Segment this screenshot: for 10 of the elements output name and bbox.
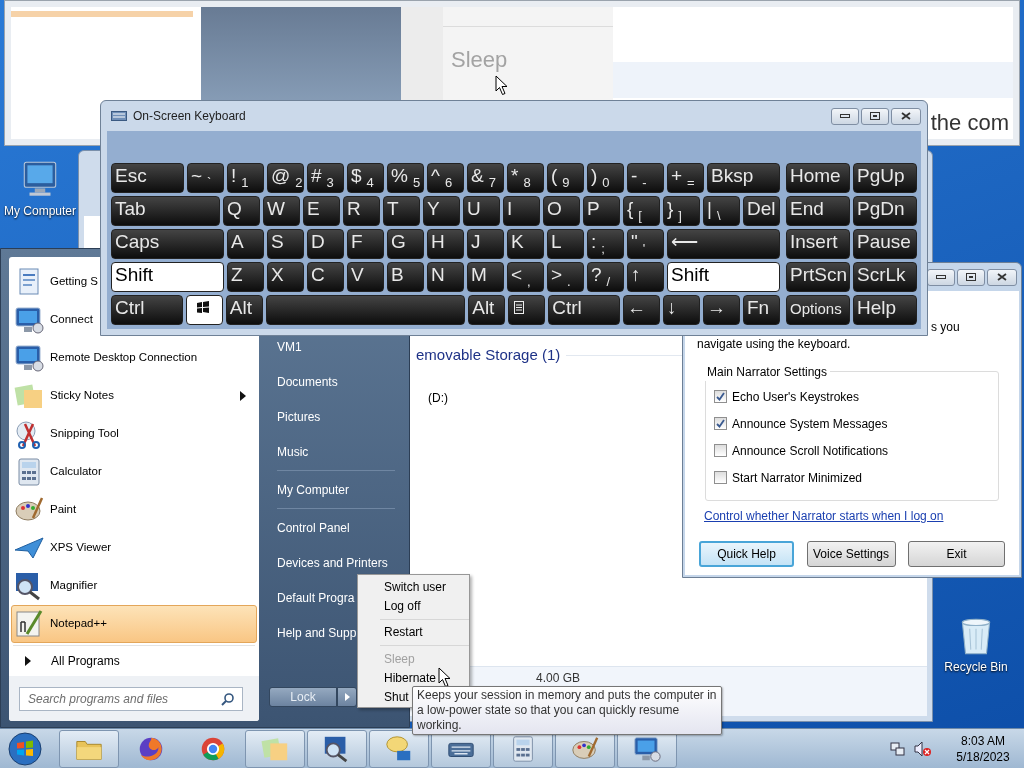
clock-time: 8:03 AM: [961, 732, 1005, 749]
tooltip: Keeps your session in memory and puts the computer in a low-power state so that you can quickly resume working.: [412, 686, 722, 735]
window-title: On-Screen Keyboard: [133, 108, 247, 125]
description-text: s you: [930, 319, 961, 336]
body-text: the com: [930, 109, 1009, 137]
clock-date: 5/18/2023: [956, 748, 1010, 765]
details-text: 4.00 GB: [536, 671, 581, 685]
section-heading: emovable Storage (1): [416, 345, 561, 365]
description-text: navigate using the keyboard.: [697, 336, 852, 353]
drive-label: (D:): [427, 389, 448, 407]
